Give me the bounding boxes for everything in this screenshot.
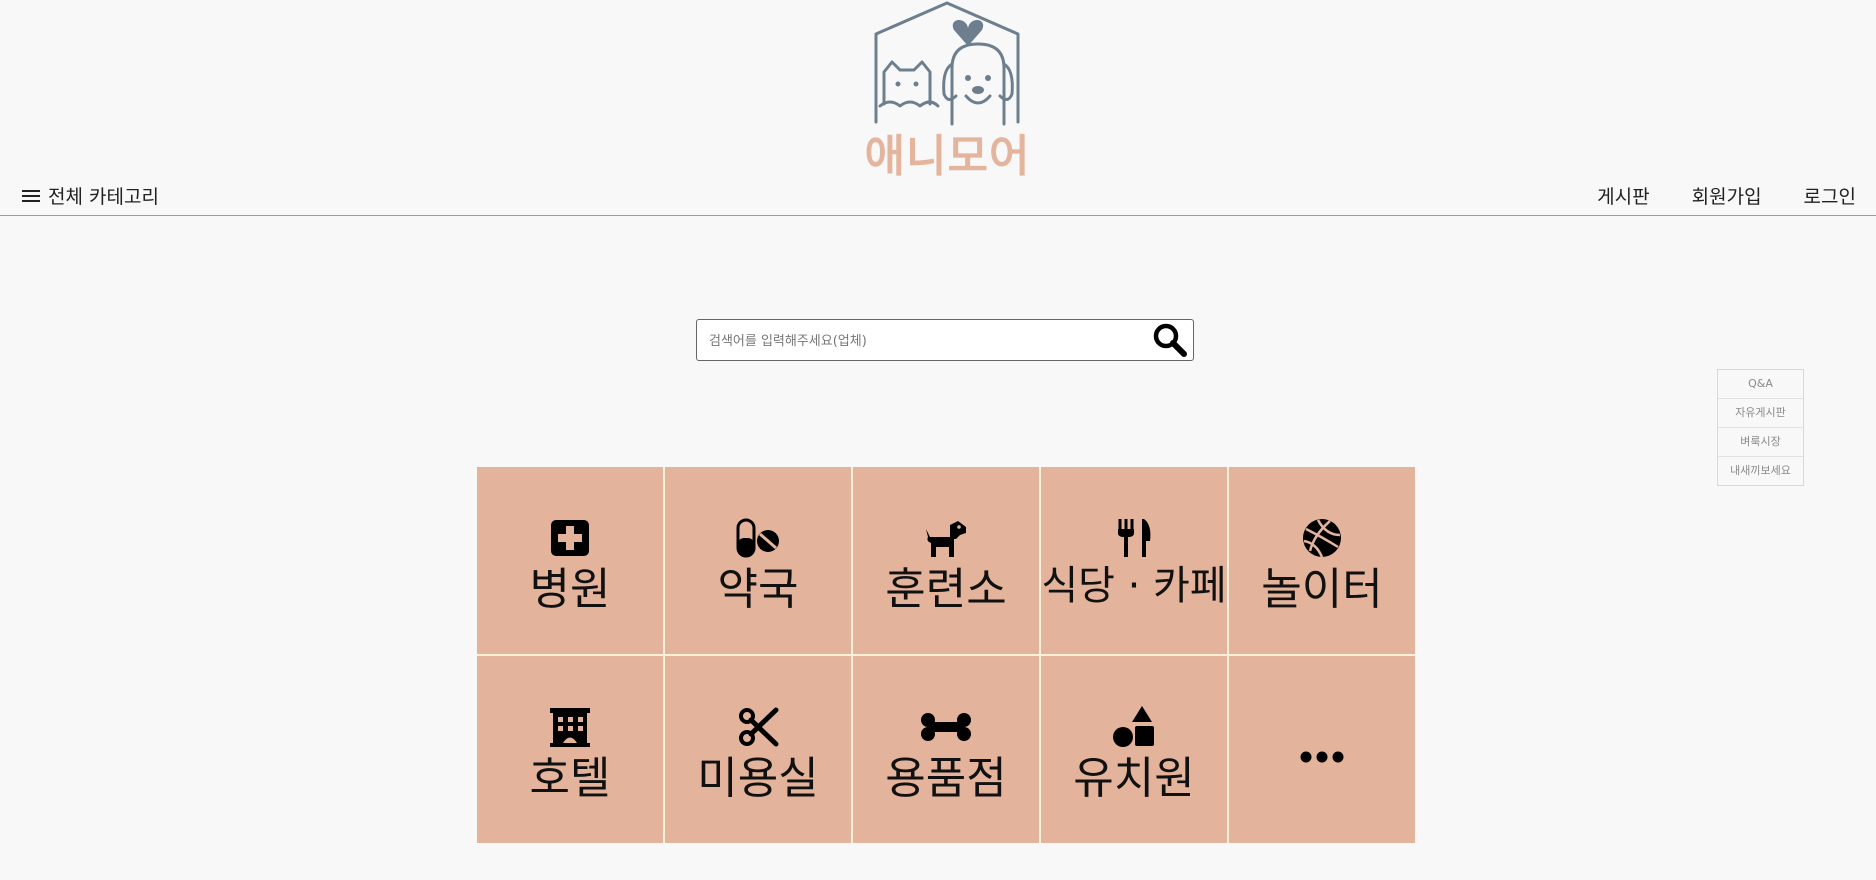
category-label: 병원 (529, 564, 611, 615)
category-tile-grooming[interactable]: 미용실 (665, 656, 851, 843)
search-bar (696, 319, 1194, 362)
category-label: 호텔 (529, 753, 611, 804)
brand-logo[interactable]: 애니모어 (860, 0, 1035, 182)
category-tile-playground[interactable]: 놀이터 (1229, 467, 1415, 654)
category-tile-training[interactable]: 훈련소 (853, 467, 1039, 654)
category-label: 약국 (717, 564, 799, 615)
category-tile-hotel[interactable]: 호텔 (477, 656, 663, 843)
category-label: 훈련소 (885, 564, 1007, 615)
brand-name: 애니모어 (864, 131, 1031, 182)
category-tile-more[interactable] (1229, 656, 1415, 843)
search-input[interactable] (707, 320, 1131, 362)
category-tile-pet-supplies[interactable]: 용품점 (853, 656, 1039, 843)
top-navbar: 전체 카테고리 게시판 회원가입 로그인 (0, 176, 1876, 216)
nav-login-link[interactable]: 로그인 (1804, 182, 1856, 209)
all-categories-button[interactable]: 전체 카테고리 (22, 182, 159, 209)
search-button[interactable] (1151, 322, 1189, 358)
search-icon (1153, 323, 1187, 357)
category-label: 놀이터 (1261, 564, 1383, 615)
category-label: 유치원 (1073, 753, 1195, 804)
category-tile-restaurant-cafe[interactable]: 식당 · 카페 (1041, 467, 1227, 654)
category-tile-kindergarten[interactable]: 유치원 (1041, 656, 1227, 843)
side-menu-my-pet[interactable]: 내새끼보세요 (1718, 457, 1803, 485)
category-label: 식당 · 카페 (1041, 563, 1227, 609)
nav-board-link[interactable]: 게시판 (1597, 182, 1649, 209)
category-label: 미용실 (697, 753, 819, 804)
nav-signup-link[interactable]: 회원가입 (1692, 182, 1762, 209)
side-menu-flea-market[interactable]: 벼룩시장 (1718, 428, 1803, 457)
category-label: 용품점 (885, 753, 1007, 804)
side-menu-qna[interactable]: Q&A (1718, 370, 1803, 399)
hamburger-menu-icon (22, 189, 40, 203)
side-menu-free-board[interactable]: 자유게시판 (1718, 399, 1803, 428)
nav-links: 게시판 회원가입 로그인 (1597, 182, 1856, 209)
all-categories-label: 전체 카테고리 (48, 186, 159, 208)
house-pets-icon (874, 1, 1020, 126)
category-tile-hospital[interactable]: 병원 (477, 467, 663, 654)
side-quick-menu: Q&A 자유게시판 벼룩시장 내새끼보세요 (1717, 369, 1804, 486)
category-tile-pharmacy[interactable]: 약국 (665, 467, 851, 654)
ellipsis-icon (1300, 751, 1344, 763)
category-grid: 병원 약국 훈련소 식당 · 카페 놀이터 호텔 미용실 용품점 유치원 (477, 467, 1415, 843)
